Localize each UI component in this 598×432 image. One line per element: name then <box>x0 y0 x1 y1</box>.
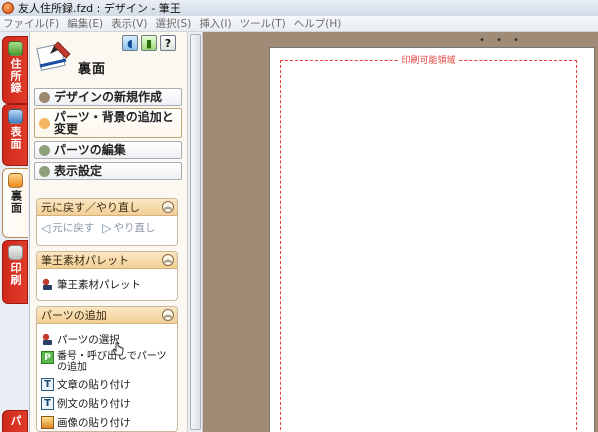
brush-card-icon <box>36 41 71 71</box>
design-canvas[interactable]: • • • 印刷可能領域 <box>203 32 598 432</box>
menu-bar: ファイル(F) 編集(E) 表示(V) 選択(S) 挿入(I) ツール(T) ヘ… <box>0 16 598 32</box>
postcard-front-icon <box>7 109 23 124</box>
undo-label: 元に戻す <box>52 222 95 234</box>
postcard-back-icon <box>8 173 23 188</box>
app-icon <box>2 2 14 14</box>
item-label: 例文の貼り付け <box>57 398 131 410</box>
section-header[interactable]: 元に戻す／やり直し ︽ <box>37 199 177 216</box>
section-title: 筆王素材パレット <box>41 254 129 267</box>
bullet-icon <box>39 91 50 103</box>
tab-label: 裏面 <box>9 190 23 214</box>
add-change-parts-button[interactable]: パーツ・背景の追加と変更 <box>34 108 182 138</box>
section-body: パーツの選択 P 番号・呼び出しでパーツの追加 T 文章の貼り付け T 例文の貼… <box>37 324 177 431</box>
chevron-up-icon[interactable]: ︽ <box>162 201 174 213</box>
hand-cursor-icon <box>112 342 124 356</box>
menu-view[interactable]: 表示(V) <box>111 16 147 31</box>
tab-label: パ <box>9 415 22 427</box>
text-t-icon: T <box>41 378 54 391</box>
example-text-icon: T <box>41 397 54 410</box>
display-settings-button[interactable]: 表示設定 <box>34 162 182 180</box>
select-parts-item[interactable]: パーツの選択 <box>41 332 173 347</box>
palette-item[interactable]: 筆王素材パレット <box>41 277 173 292</box>
image-icon <box>41 416 54 429</box>
add-by-number-item[interactable]: P 番号・呼び出しでパーツの追加 <box>41 351 173 373</box>
chevron-up-icon[interactable]: ︽ <box>162 254 174 266</box>
section-body: ◁ 元に戻す ▷ やり直し <box>37 216 177 243</box>
section-body: 筆王素材パレット <box>37 269 177 300</box>
section-header[interactable]: パーツの追加 ︽ <box>37 307 177 324</box>
menu-edit[interactable]: 編集(E) <box>67 16 103 31</box>
redo-button[interactable]: ▷ やり直し <box>102 220 155 235</box>
menu-file[interactable]: ファイル(F) <box>3 16 59 31</box>
menu-select[interactable]: 選択(S) <box>155 16 191 31</box>
splitter-grip[interactable]: • • • <box>479 35 523 46</box>
item-label: パーツの選択 <box>57 334 120 346</box>
window-title: 友人住所録.fzd : デザイン - 筆王 <box>18 2 181 15</box>
p-badge-icon: P <box>41 351 54 364</box>
palette-label: 筆王素材パレット <box>57 279 141 291</box>
edit-parts-button[interactable]: パーツの編集 <box>34 141 182 159</box>
item-label: 画像の貼り付け <box>57 417 131 429</box>
section-title: 元に戻す／やり直し <box>41 201 140 214</box>
arrow-left-icon: ◁ <box>41 220 51 235</box>
panel-tool-icons: ◖ ▮ ? <box>122 35 176 51</box>
tab-parts[interactable]: パ <box>2 410 28 432</box>
panel-title: 裏面 <box>78 62 107 77</box>
task-panel: 裏面 ◖ ▮ ? デザインの新規作成 パーツ・背景の追加と変更 パーツの編集 表… <box>30 32 187 432</box>
tab-label: 表面 <box>9 126 22 150</box>
tab-back[interactable]: 裏面 <box>2 168 28 238</box>
book-icon[interactable]: ▮ <box>141 35 157 51</box>
printable-area-label: 印刷可能領域 <box>399 56 458 66</box>
section-header[interactable]: 筆王素材パレット ︽ <box>37 252 177 269</box>
item-label: 文章の貼り付け <box>57 379 131 391</box>
undo-redo-section: 元に戻す／やり直し ︽ ◁ 元に戻す ▷ やり直し <box>36 198 178 246</box>
bullet-icon <box>39 165 50 177</box>
menu-help[interactable]: ヘルプ(H) <box>294 16 342 31</box>
help-icon[interactable]: ? <box>160 35 176 51</box>
button-label: パーツ・背景の追加と変更 <box>54 110 174 136</box>
section-title: パーツの追加 <box>41 309 107 322</box>
scrollbar-thumb[interactable] <box>190 34 201 430</box>
printer-icon <box>7 245 23 260</box>
palette-section: 筆王素材パレット ︽ 筆王素材パレット <box>36 251 178 301</box>
button-label: デザインの新規作成 <box>54 90 163 104</box>
paste-image-item[interactable]: 画像の貼り付け <box>41 415 173 430</box>
printable-area-label-wrap: 印刷可能領域 <box>281 53 576 66</box>
menu-tools[interactable]: ツール(T) <box>240 16 286 31</box>
panel-scrollbar[interactable] <box>187 32 203 432</box>
arrow-right-icon: ▷ <box>102 220 112 235</box>
tab-label: 住所録 <box>9 58 22 94</box>
menu-insert[interactable]: 挿入(I) <box>199 16 231 31</box>
add-parts-section: パーツの追加 ︽ パーツの選択 P 番号・呼び出しでパーツの追加 T 文章の貼り… <box>36 306 178 432</box>
palette-icon <box>42 278 52 290</box>
postcard-page[interactable]: 印刷可能領域 <box>269 47 595 432</box>
bullet-icon <box>39 117 50 129</box>
mode-tab-strip: 住所録 表面 裏面 印刷 パ <box>0 32 30 432</box>
speaker-icon[interactable]: ◖ <box>122 35 138 51</box>
tab-address-book[interactable]: 住所録 <box>2 36 28 104</box>
undo-redo-row: ◁ 元に戻す ▷ やり直し <box>41 220 173 235</box>
title-bar: 友人住所録.fzd : デザイン - 筆王 <box>0 0 598 16</box>
tab-label: 印刷 <box>9 262 22 286</box>
paste-example-item[interactable]: T 例文の貼り付け <box>41 396 173 411</box>
button-label: 表示設定 <box>54 164 103 178</box>
new-design-button[interactable]: デザインの新規作成 <box>34 88 182 106</box>
button-label: パーツの編集 <box>54 143 126 157</box>
tab-front[interactable]: 表面 <box>2 104 28 166</box>
parts-select-icon <box>42 333 52 345</box>
bullet-icon <box>39 144 50 156</box>
undo-button[interactable]: ◁ 元に戻す <box>41 220 94 235</box>
address-book-icon <box>7 41 23 56</box>
redo-label: やり直し <box>113 222 156 234</box>
paste-text-item[interactable]: T 文章の貼り付け <box>41 377 173 392</box>
tab-print[interactable]: 印刷 <box>2 240 28 304</box>
panel-header: 裏面 ◖ ▮ ? <box>34 34 184 78</box>
printable-area: 印刷可能領域 <box>280 56 577 432</box>
chevron-up-icon[interactable]: ︽ <box>162 309 174 321</box>
